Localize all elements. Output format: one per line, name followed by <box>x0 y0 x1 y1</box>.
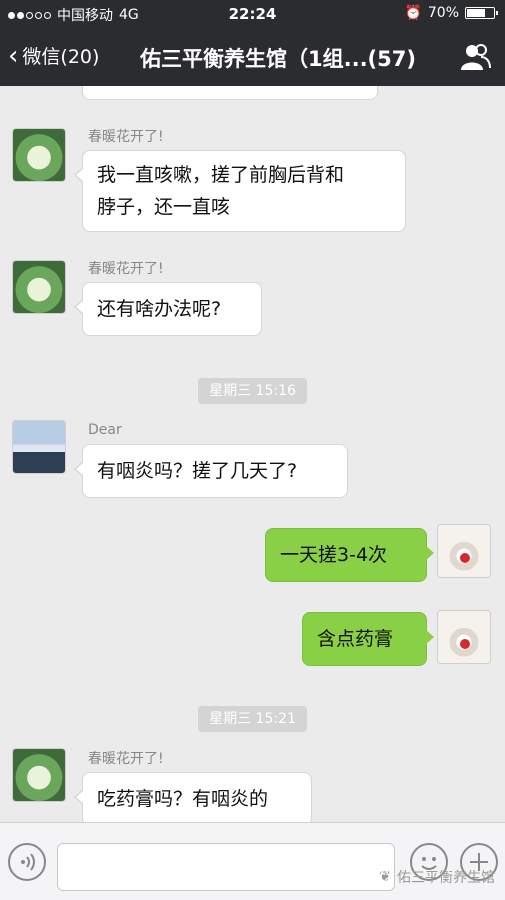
avatar[interactable] <box>12 260 66 314</box>
message-bubble[interactable]: 我一直咳嗽，搓了前胸后背和 脖子，还一直咳 <box>74 150 406 232</box>
chat-title: 佑三平衡养生馆（1组...(57) <box>140 47 416 71</box>
sender-name: 春暖花开了! <box>88 751 164 767</box>
chat-message-list[interactable]: 春暖花开了! 我一直咳嗽，搓了前胸后背和 脖子，还一直咳 春暖花开了! 还有啥办… <box>0 86 505 822</box>
chevron-left-icon: ‹ <box>8 40 19 71</box>
message-bubble[interactable]: 一天搓3-4次 <box>265 528 434 582</box>
previous-message-bubble <box>82 86 378 100</box>
watermark: ❦ 佑三平衡养生馆 <box>379 867 495 887</box>
timestamp: 星期三 15:16 <box>198 378 307 404</box>
watermark-text: 佑三平衡养生馆 <box>397 870 495 886</box>
nav-bar: ‹ 微信(20) 佑三平衡养生馆（1组...(57) <box>0 28 505 86</box>
sender-name: 春暖花开了! <box>88 129 164 145</box>
avatar[interactable] <box>12 128 66 182</box>
voice-icon <box>21 853 35 871</box>
back-label: 微信(20) <box>22 46 100 68</box>
message-line: 我一直咳嗽，搓了前胸后背和 <box>97 164 345 186</box>
timestamp: 星期三 15:21 <box>198 706 307 732</box>
voice-input-button[interactable] <box>8 843 46 881</box>
avatar[interactable] <box>12 420 66 474</box>
message-text: 有咽炎吗？搓了几天了? <box>97 460 298 482</box>
avatar[interactable] <box>437 610 491 664</box>
message-input[interactable] <box>57 843 395 891</box>
alarm-icon: ⏰ <box>404 5 422 21</box>
message-bubble[interactable]: 含点药膏 <box>302 612 434 666</box>
message-text: 含点药膏 <box>317 628 394 650</box>
battery-icon <box>465 7 498 19</box>
battery-percent: 70% <box>427 5 459 21</box>
message-line: 脖子，还一直咳 <box>97 196 231 218</box>
message-bubble[interactable]: 有咽炎吗？搓了几天了? <box>74 444 348 498</box>
status-bar: 中国移动 4G 22:24 ⏰ 70% <box>0 0 505 28</box>
group-members-icon[interactable] <box>459 42 491 72</box>
wechat-logo-icon: ❦ <box>379 869 391 885</box>
avatar[interactable] <box>437 524 491 578</box>
message-text: 吃药膏吗？有咽炎的 <box>97 788 269 810</box>
input-bar: ❦ 佑三平衡养生馆 <box>0 822 505 900</box>
message-bubble[interactable]: 吃药膏吗？有咽炎的 <box>74 772 312 822</box>
message-text: 还有啥办法呢? <box>97 298 222 320</box>
back-button[interactable]: ‹ 微信(20) <box>8 42 99 69</box>
sender-name: 春暖花开了! <box>88 261 164 277</box>
sender-name: Dear <box>88 422 122 438</box>
message-text: 一天搓3-4次 <box>280 544 388 566</box>
avatar[interactable] <box>12 748 66 802</box>
message-bubble[interactable]: 还有啥办法呢? <box>74 282 262 336</box>
